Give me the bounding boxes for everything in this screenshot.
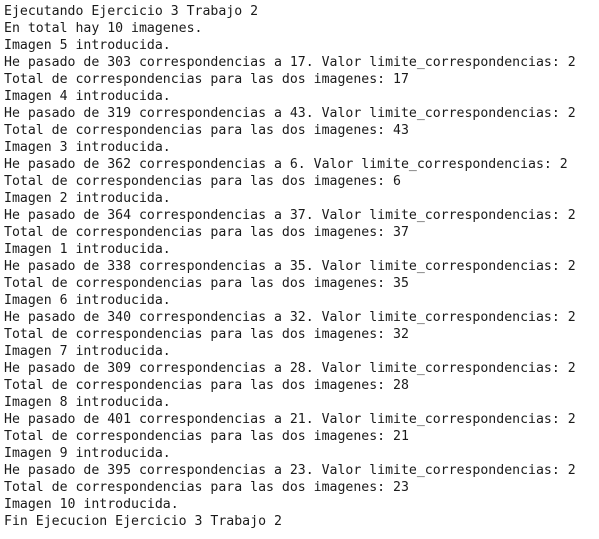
output-line: Total de correspondencias para las dos i…: [4, 429, 409, 444]
output-line: Total de correspondencias para las dos i…: [4, 327, 409, 342]
output-line: Imagen 8 introducida.: [4, 395, 171, 410]
output-line: Total de correspondencias para las dos i…: [4, 276, 409, 291]
output-line: Imagen 7 introducida.: [4, 344, 171, 359]
output-line: Imagen 3 introducida.: [4, 140, 171, 155]
output-line: He pasado de 338 correspondencias a 35. …: [4, 259, 576, 274]
output-line: Total de correspondencias para las dos i…: [4, 72, 409, 87]
output-line: He pasado de 319 correspondencias a 43. …: [4, 106, 576, 121]
output-line: Ejecutando Ejercicio 3 Trabajo 2: [4, 4, 259, 19]
output-line: Imagen 5 introducida.: [4, 38, 171, 53]
output-line: He pasado de 303 correspondencias a 17. …: [4, 55, 576, 70]
output-line: He pasado de 395 correspondencias a 23. …: [4, 463, 576, 478]
output-line: Total de correspondencias para las dos i…: [4, 123, 409, 138]
output-line: Imagen 6 introducida.: [4, 293, 171, 308]
output-line: He pasado de 364 correspondencias a 37. …: [4, 208, 576, 223]
output-line: Total de correspondencias para las dos i…: [4, 480, 409, 495]
output-line: He pasado de 309 correspondencias a 28. …: [4, 361, 576, 376]
output-line: En total hay 10 imagenes.: [4, 21, 203, 36]
output-line: He pasado de 340 correspondencias a 32. …: [4, 310, 576, 325]
output-line: Imagen 1 introducida.: [4, 242, 171, 257]
terminal-output[interactable]: Ejecutando Ejercicio 3 Trabajo 2 En tota…: [0, 0, 599, 539]
output-line: Total de correspondencias para las dos i…: [4, 174, 401, 189]
output-line: Imagen 10 introducida.: [4, 497, 179, 512]
output-line: Imagen 4 introducida.: [4, 89, 171, 104]
output-line: Fin Ejecucion Ejercicio 3 Trabajo 2: [4, 514, 282, 529]
output-line: He pasado de 362 correspondencias a 6. V…: [4, 157, 568, 172]
output-line: Total de correspondencias para las dos i…: [4, 225, 409, 240]
output-line: He pasado de 401 correspondencias a 21. …: [4, 412, 576, 427]
output-line: Imagen 2 introducida.: [4, 191, 171, 206]
output-line: Imagen 9 introducida.: [4, 446, 171, 461]
output-line: Total de correspondencias para las dos i…: [4, 378, 409, 393]
